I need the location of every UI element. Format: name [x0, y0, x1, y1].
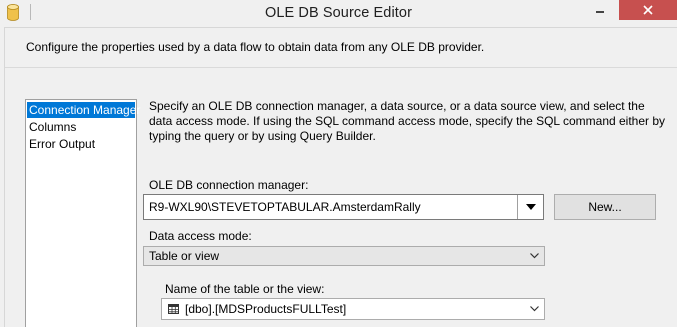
page-navigation-list[interactable]: Connection Manager Columns Error Output — [25, 99, 140, 327]
data-access-mode-value: Table or view — [149, 249, 220, 263]
data-access-mode-dropdown[interactable]: Table or view — [143, 246, 545, 266]
new-connection-button[interactable]: New... — [554, 194, 656, 220]
connection-manager-value: R9-WXL90\STEVETOPTABULAR.AmsterdamRally — [149, 200, 421, 214]
chevron-down-icon[interactable] — [524, 247, 544, 265]
page-description: Specify an OLE DB connection manager, a … — [149, 99, 666, 143]
table-name-dropdown[interactable]: [dbo].[MDSProductsFULLTest] — [161, 298, 545, 320]
minimize-icon — [596, 11, 604, 13]
connection-manager-label: OLE DB connection manager: — [149, 178, 309, 192]
close-button[interactable] — [619, 0, 677, 20]
header-divider — [5, 67, 677, 68]
data-access-mode-label: Data access mode: — [149, 229, 252, 243]
minimize-button[interactable] — [581, 0, 619, 20]
window-title: OLE DB Source Editor — [264, 5, 413, 21]
nav-item-connection-manager[interactable]: Connection Manager — [27, 102, 140, 118]
table-name-value: [dbo].[MDSProductsFULLTest] — [185, 302, 347, 316]
close-icon — [643, 5, 653, 15]
title-bar: OLE DB Source Editor — [0, 0, 677, 28]
chevron-down-icon[interactable] — [517, 195, 543, 219]
table-name-value-wrapper: [dbo].[MDSProductsFULLTest] — [168, 299, 346, 319]
connection-manager-dropdown[interactable]: R9-WXL90\STEVETOPTABULAR.AmsterdamRally — [143, 194, 544, 220]
table-name-label: Name of the table or the view: — [165, 282, 325, 296]
header-description: Configure the properties used by a data … — [26, 40, 485, 54]
nav-item-error-output[interactable]: Error Output — [27, 136, 135, 152]
nav-item-columns[interactable]: Columns — [27, 119, 135, 135]
chevron-down-icon[interactable] — [524, 299, 544, 319]
table-icon — [168, 304, 179, 314]
